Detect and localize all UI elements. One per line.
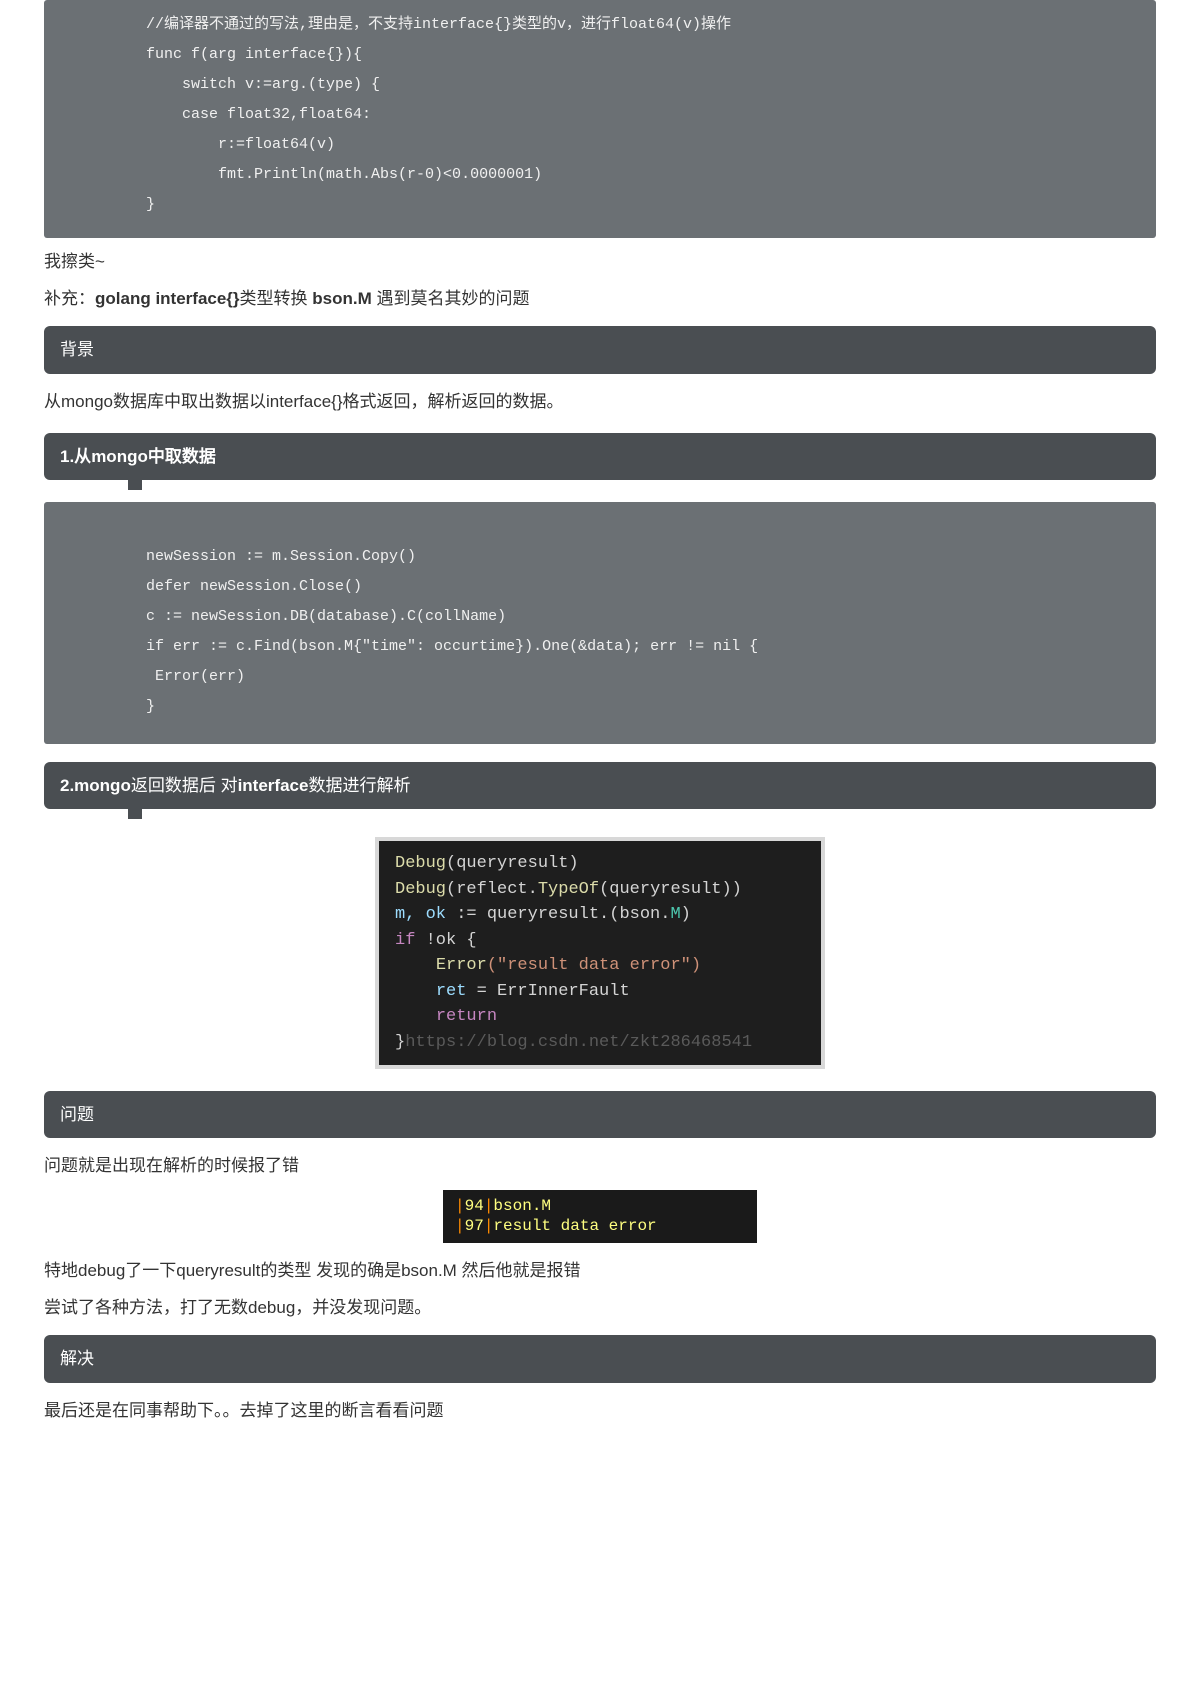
text-mid: 返回数据后 对 bbox=[131, 776, 238, 795]
section-header-solve: 解决 bbox=[44, 1335, 1156, 1382]
code-screenshot-debug: Debug(queryresult) Debug(reflect.TypeOf(… bbox=[375, 837, 825, 1069]
text-prefix: 补充： bbox=[44, 289, 95, 308]
paragraph-exclaim: 我擦类~ bbox=[44, 248, 1156, 275]
text-bold-golang: golang interface{} bbox=[95, 289, 240, 308]
header-notch-icon bbox=[128, 480, 142, 490]
section-header-parse-interface: 2.mongo返回数据后 对interface数据进行解析 bbox=[44, 762, 1156, 809]
error-screenshot: |94|bson.M |97|result data error bbox=[443, 1190, 757, 1244]
text-suffix: 数据进行解析 bbox=[308, 776, 410, 795]
text-bold-interface: interface bbox=[238, 776, 309, 795]
section-header-fetch-mongo: 1.从mongo中取数据 bbox=[44, 433, 1156, 480]
text-bold-mongo: mongo bbox=[91, 447, 148, 466]
text-prefix: 1.从 bbox=[60, 447, 91, 466]
code-block-mongo-fetch: newSession := m.Session.Copy() defer new… bbox=[44, 502, 1156, 744]
text-suffix: 中取数据 bbox=[148, 447, 216, 466]
paragraph-supplement: 补充：golang interface{}类型转换 bson.M 遇到莫名其妙的… bbox=[44, 285, 1156, 312]
text-mid: 类型转换 bbox=[240, 289, 313, 308]
paragraph-tried-desc: 尝试了各种方法，打了无数debug，并没发现问题。 bbox=[44, 1294, 1156, 1321]
paragraph-solve-desc: 最后还是在同事帮助下。。去掉了这里的断言看看问题 bbox=[44, 1397, 1156, 1424]
paragraph-debug-desc: 特地debug了一下queryresult的类型 发现的确是bson.M 然后他… bbox=[44, 1257, 1156, 1284]
text-prefix: 2.mongo bbox=[60, 776, 131, 795]
paragraph-problem-desc: 问题就是出现在解析的时候报了错 bbox=[44, 1152, 1156, 1179]
header-notch-icon bbox=[128, 809, 142, 819]
code-block-compiler-error: //编译器不通过的写法,理由是，不支持interface{}类型的v，进行flo… bbox=[44, 0, 1156, 238]
section-header-background: 背景 bbox=[44, 326, 1156, 373]
text-bold-bson: bson.M bbox=[312, 289, 372, 308]
section-header-problem: 问题 bbox=[44, 1091, 1156, 1138]
text-suffix: 遇到莫名其妙的问题 bbox=[372, 289, 530, 308]
paragraph-background-desc: 从mongo数据库中取出数据以interface{}格式返回，解析返回的数据。 bbox=[44, 388, 1156, 415]
